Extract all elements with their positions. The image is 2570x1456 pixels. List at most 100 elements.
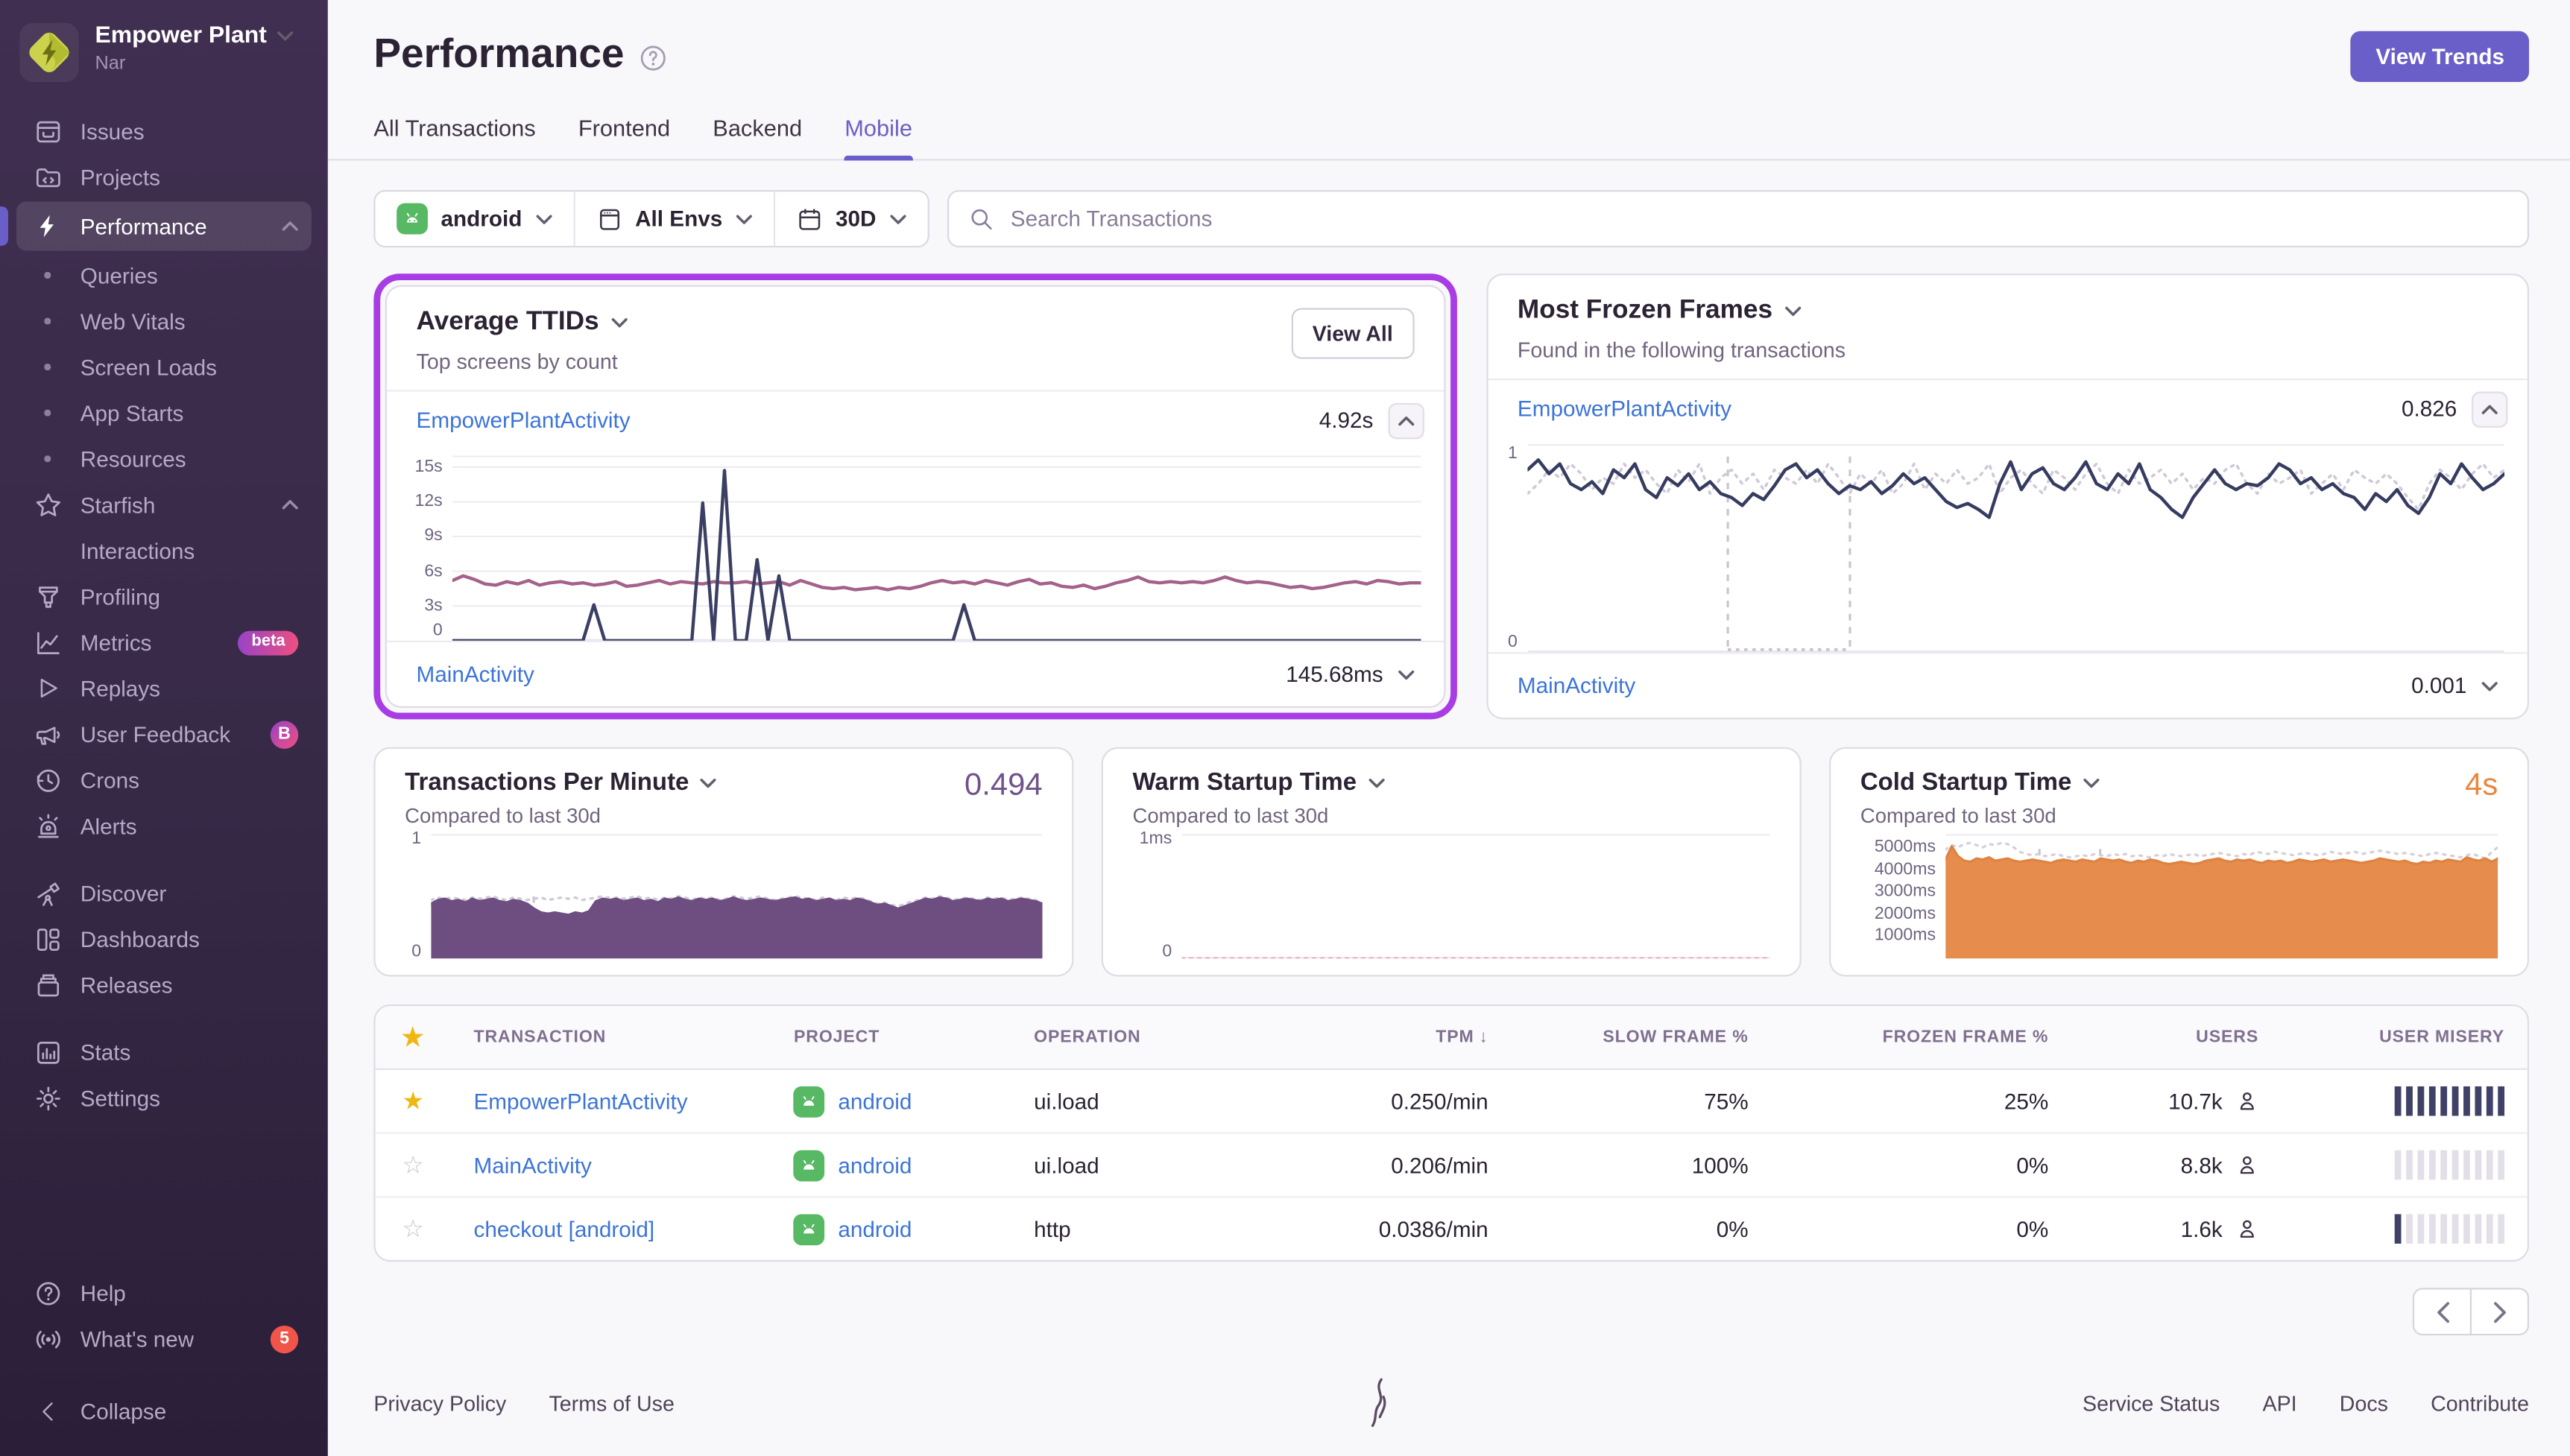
- column-header-frozen-frame[interactable]: FROZEN FRAME %: [1771, 1011, 2071, 1063]
- project-filter[interactable]: android: [375, 192, 575, 246]
- table-row: ☆ checkout [android] android http 0.0386/min…: [376, 1197, 2528, 1260]
- view-trends-button[interactable]: View Trends: [2351, 31, 2530, 82]
- tab-all-transactions[interactable]: All Transactions: [373, 115, 535, 159]
- column-header-user-misery[interactable]: USER MISERY: [2282, 1011, 2528, 1063]
- y-axis-tick: 3s: [424, 595, 443, 615]
- collapse-row-button[interactable]: [2472, 390, 2508, 427]
- service-status-link[interactable]: Service Status: [2083, 1390, 2220, 1415]
- sidebar-item-help[interactable]: Help: [16, 1270, 312, 1316]
- sidebar-item-collapse[interactable]: Collapse: [16, 1388, 312, 1434]
- chevron-down-icon[interactable]: [1368, 777, 1385, 788]
- discover-icon: [31, 879, 64, 907]
- highlight-ring: Average TTIDs Top screens by count View …: [373, 273, 1457, 720]
- star-toggle[interactable]: ☆: [376, 1134, 451, 1197]
- sidebar-item-dashboards[interactable]: Dashboards: [16, 916, 312, 962]
- pagination: [328, 1288, 2530, 1336]
- sidebar-item-screen-loads[interactable]: Screen Loads: [16, 344, 312, 390]
- column-header-slow-frame[interactable]: SLOW FRAME %: [1511, 1011, 1771, 1063]
- android-icon: [793, 1213, 825, 1245]
- next-page-button[interactable]: [2469, 1288, 2530, 1336]
- star-toggle[interactable]: ★: [376, 1070, 451, 1133]
- avg-ttids-subtitle: Top screens by count: [416, 349, 618, 374]
- tab-backend[interactable]: Backend: [713, 115, 802, 159]
- sidebar-item-user-feedback[interactable]: User Feedback B: [16, 711, 312, 757]
- chevron-down-icon[interactable]: [2083, 777, 2100, 788]
- transaction-link[interactable]: MainActivity: [1518, 674, 1635, 698]
- sidebar-item-resources[interactable]: Resources: [16, 436, 312, 482]
- frozen-frames-chart: 10: [1488, 437, 2527, 653]
- expand-row-button[interactable]: [2481, 681, 2507, 691]
- sidebar-item-crons[interactable]: Crons: [16, 757, 312, 803]
- org-logo: [19, 22, 79, 82]
- help-icon[interactable]: [639, 43, 666, 71]
- sidebar-section: Issues Projects Performance Queries Web Vita…: [0, 108, 312, 849]
- chevron-right-icon: [2492, 1301, 2505, 1323]
- sidebar-item-label: Web Vitals: [80, 308, 186, 334]
- sidebar-item-releases[interactable]: Releases: [16, 962, 312, 1008]
- expand-row-button[interactable]: [1398, 669, 1424, 680]
- star-column-header[interactable]: ★: [376, 1006, 451, 1069]
- transaction-link[interactable]: checkout [android]: [474, 1217, 655, 1241]
- transaction-link[interactable]: MainActivity: [417, 662, 534, 686]
- previous-page-button[interactable]: [2412, 1288, 2472, 1336]
- android-icon: [397, 203, 428, 235]
- project-link[interactable]: android: [838, 1089, 912, 1113]
- sidebar-item-settings[interactable]: Settings: [16, 1075, 312, 1121]
- avg-ttids-widget: Average TTIDs Top screens by count View …: [385, 285, 1446, 708]
- sidebar-item-metrics[interactable]: Metrics beta: [16, 619, 312, 665]
- column-header-operation[interactable]: OPERATION: [1011, 1011, 1281, 1063]
- column-header-project[interactable]: PROJECT: [771, 1011, 1011, 1063]
- tab-frontend[interactable]: Frontend: [578, 115, 670, 159]
- sidebar-item-stats[interactable]: Stats: [16, 1029, 312, 1075]
- transaction-link[interactable]: EmpowerPlantActivity: [417, 408, 631, 433]
- chevron-down-icon[interactable]: [701, 777, 717, 788]
- terms-of-use-link[interactable]: Terms of Use: [549, 1390, 674, 1415]
- environment-filter[interactable]: All Envs: [574, 192, 775, 246]
- project-filter-label: android: [441, 206, 522, 232]
- column-header-tpm[interactable]: TPM ↓: [1281, 1011, 1512, 1063]
- docs-link[interactable]: Docs: [2340, 1390, 2388, 1415]
- settings-icon: [31, 1084, 64, 1112]
- transaction-link[interactable]: MainActivity: [474, 1153, 592, 1177]
- sidebar-item-starfish[interactable]: Starfish: [16, 482, 312, 528]
- chevron-down-icon: [736, 214, 752, 224]
- api-link[interactable]: API: [2263, 1390, 2297, 1415]
- collapse-row-button[interactable]: [1388, 402, 1424, 439]
- transaction-link[interactable]: EmpowerPlantActivity: [474, 1089, 688, 1113]
- sidebar-item-whats-new[interactable]: What's new 5: [16, 1316, 312, 1362]
- column-header-users[interactable]: USERS: [2071, 1011, 2282, 1063]
- sidebar-item-web-vitals[interactable]: Web Vitals: [16, 298, 312, 344]
- privacy-policy-link[interactable]: Privacy Policy: [373, 1390, 506, 1415]
- most-frozen-frames-widget: Most Frozen Frames Found in the followin…: [1486, 273, 2530, 720]
- sidebar-item-queries[interactable]: Queries: [16, 253, 312, 299]
- contribute-link[interactable]: Contribute: [2431, 1390, 2529, 1415]
- sidebar-item-profiling[interactable]: Profiling: [16, 574, 312, 620]
- slow-frame-cell: 100%: [1691, 1152, 1749, 1177]
- sidebar-item-discover[interactable]: Discover: [16, 870, 312, 917]
- sidebar-item-label: Queries: [80, 262, 158, 288]
- project-link[interactable]: android: [838, 1153, 912, 1177]
- sidebar-item-performance[interactable]: Performance: [0, 201, 312, 251]
- date-range-filter[interactable]: 30D: [774, 192, 927, 246]
- sidebar-item-replays[interactable]: Replays: [16, 665, 312, 712]
- sidebar-item-issues[interactable]: Issues: [16, 108, 312, 154]
- search-input[interactable]: [1007, 204, 2508, 233]
- chevron-down-icon[interactable]: [612, 318, 628, 328]
- bullet-icon: [31, 318, 64, 324]
- star-toggle[interactable]: ☆: [376, 1197, 451, 1260]
- view-all-button[interactable]: View All: [1291, 308, 1415, 359]
- user-icon: [2240, 1092, 2254, 1110]
- sidebar-item-projects[interactable]: Projects: [16, 154, 312, 200]
- sidebar-item-interactions[interactable]: Interactions: [16, 528, 312, 574]
- users-cell: 10.7k: [2071, 1070, 2282, 1133]
- org-switcher[interactable]: Empower Plant Nar: [16, 19, 312, 108]
- sidebar-item-app-starts[interactable]: App Starts: [16, 390, 312, 436]
- project-link[interactable]: android: [838, 1217, 912, 1241]
- transaction-link[interactable]: EmpowerPlantActivity: [1518, 396, 1731, 421]
- frozen-frame-cell: 0%: [2016, 1152, 2049, 1177]
- sidebar-item-alerts[interactable]: Alerts: [16, 803, 312, 849]
- chevron-down-icon[interactable]: [1786, 306, 1802, 316]
- column-header-transaction[interactable]: TRANSACTION: [451, 1011, 771, 1063]
- user-feedback-icon: [31, 720, 64, 747]
- tab-mobile[interactable]: Mobile: [844, 115, 913, 161]
